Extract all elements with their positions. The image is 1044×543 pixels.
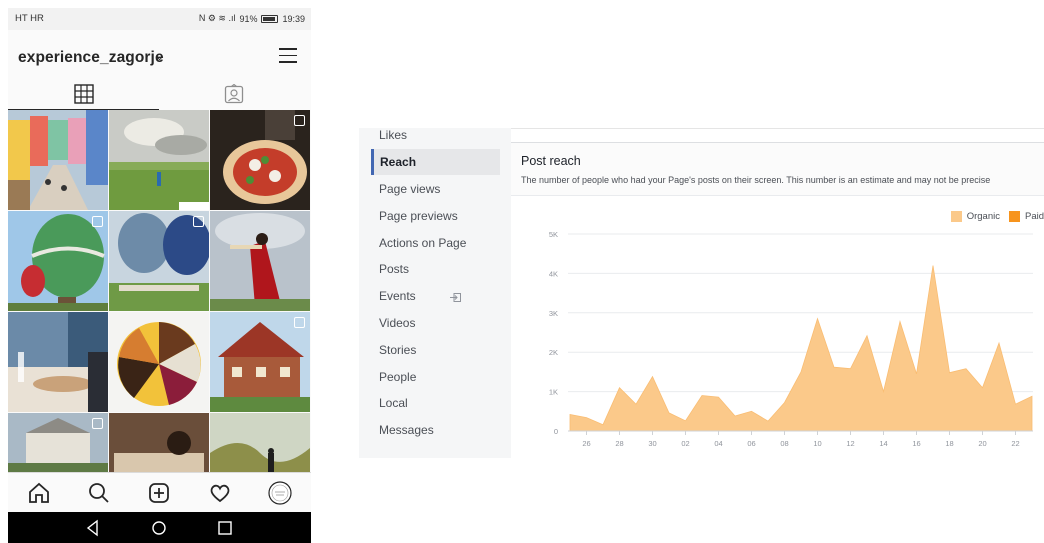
y-tick-label: 4K [549, 269, 558, 278]
home-circle-icon[interactable] [149, 518, 169, 538]
sidebar-item-page-previews[interactable]: Page previews [371, 203, 500, 229]
y-tick-label: 1K [549, 388, 558, 397]
post-thumbnail[interactable] [8, 211, 108, 311]
search-icon[interactable] [85, 479, 113, 507]
add-post-icon[interactable] [145, 479, 173, 507]
x-tick-label: 20 [978, 439, 986, 448]
x-tick-label: 02 [681, 439, 689, 448]
multiple-photos-icon [92, 216, 103, 227]
post-thumbnail[interactable] [109, 211, 209, 311]
y-tick-label: 3K [549, 309, 558, 318]
y-tick-label: 2K [549, 348, 558, 357]
insights-sidebar: Likes Reach Page views Page previews Act… [359, 128, 511, 458]
external-link-icon[interactable] [450, 293, 461, 302]
x-tick-label: 28 [615, 439, 623, 448]
post-image [109, 413, 209, 472]
post-image [8, 312, 108, 412]
sidebar-item-page-views[interactable]: Page views [371, 176, 500, 202]
organic-area [569, 265, 1033, 432]
sidebar-item-messages[interactable]: Messages [371, 417, 500, 443]
profile-tabs [8, 80, 311, 110]
carrier-name: HT HR [15, 13, 44, 24]
profile-avatar[interactable] [266, 479, 294, 507]
sidebar-item-local[interactable]: Local [371, 390, 500, 416]
status-right: N ⚙ ≋ .ıl 91% 19:39 [199, 13, 305, 24]
post-image [210, 211, 310, 311]
x-tick-label: 04 [714, 439, 722, 448]
post-image [109, 312, 209, 412]
y-tick-label: 0 [554, 427, 558, 436]
screenshot: HT HR N ⚙ ≋ .ıl 91% 19:39 experience_zag… [0, 0, 1044, 543]
post-image [8, 110, 108, 210]
grid-icon [74, 84, 94, 104]
multiple-photos-icon [193, 216, 204, 227]
post-thumbnail[interactable] [210, 211, 310, 311]
post-thumbnail[interactable] [210, 413, 310, 472]
home-icon[interactable] [25, 479, 53, 507]
back-icon[interactable] [83, 518, 103, 538]
post-thumbnail[interactable] [109, 312, 209, 412]
post-thumbnail[interactable] [109, 413, 209, 472]
sidebar-item-stories[interactable]: Stories [371, 337, 500, 363]
sidebar-item-likes[interactable]: Likes [371, 122, 500, 148]
sidebar-item-actions-on-page[interactable]: Actions on Page [371, 230, 500, 256]
sidebar-item-posts[interactable]: Posts [371, 256, 500, 282]
chevron-down-icon[interactable]: ⌄ [155, 50, 164, 63]
x-tick-label: 14 [879, 439, 887, 448]
profile-username[interactable]: experience_zagorje [18, 49, 164, 67]
post-thumbnail[interactable] [8, 312, 108, 412]
post-reach-chart: 0 1K 2K 3K 4K 5K 26 28 30 02 04 06 08 10 12 14 16 18 20 22 [549, 230, 1033, 448]
tab-tagged[interactable] [160, 80, 311, 110]
menu-icon[interactable] [279, 48, 297, 63]
tab-grid[interactable] [8, 80, 159, 110]
battery-percent: 91% [239, 13, 258, 24]
post-thumbnail[interactable] [210, 110, 310, 210]
profile-header: experience_zagorje ⌄ [8, 30, 311, 80]
post-image [109, 110, 209, 210]
x-tick-label: 10 [813, 439, 821, 448]
android-nav-bar [8, 512, 311, 543]
tagged-icon [224, 84, 244, 104]
status-icons: N ⚙ ≋ .ıl [198, 13, 236, 23]
multiple-photos-icon [294, 317, 305, 328]
bottom-nav [8, 472, 311, 512]
sidebar-item-videos[interactable]: Videos [371, 310, 500, 336]
post-thumbnail[interactable] [8, 110, 108, 210]
status-bar: HT HR N ⚙ ≋ .ıl 91% 19:39 [8, 8, 311, 30]
x-tick-label: 06 [747, 439, 755, 448]
sidebar-item-events[interactable]: Events [371, 283, 500, 309]
x-tick-label: 30 [648, 439, 656, 448]
x-tick-label: 08 [780, 439, 788, 448]
x-tick-label: 18 [945, 439, 953, 448]
y-tick-label: 5K [549, 230, 558, 239]
post-image [210, 413, 310, 472]
x-tick-label: 12 [846, 439, 854, 448]
x-tick-label: 16 [912, 439, 920, 448]
sidebar-item-events-row[interactable]: Events [371, 283, 500, 309]
posts-grid [8, 110, 311, 472]
instagram-phone-screen: HT HR N ⚙ ≋ .ıl 91% 19:39 experience_zag… [8, 8, 311, 543]
status-time: 19:39 [282, 13, 305, 24]
post-thumbnail[interactable] [210, 312, 310, 412]
sidebar-item-people[interactable]: People [371, 364, 500, 390]
heart-icon[interactable] [206, 479, 234, 507]
post-thumbnail[interactable] [8, 413, 108, 472]
x-tick-label: 26 [582, 439, 590, 448]
multiple-photos-icon [92, 418, 103, 429]
x-tick-label: 22 [1011, 439, 1019, 448]
page-insights-panel: Likes Reach Page views Page previews Act… [359, 128, 1044, 458]
battery-icon [261, 14, 279, 23]
multiple-photos-icon [294, 115, 305, 126]
post-thumbnail[interactable] [109, 110, 209, 210]
sidebar-item-reach[interactable]: Reach [371, 149, 500, 175]
recents-icon[interactable] [215, 518, 235, 538]
